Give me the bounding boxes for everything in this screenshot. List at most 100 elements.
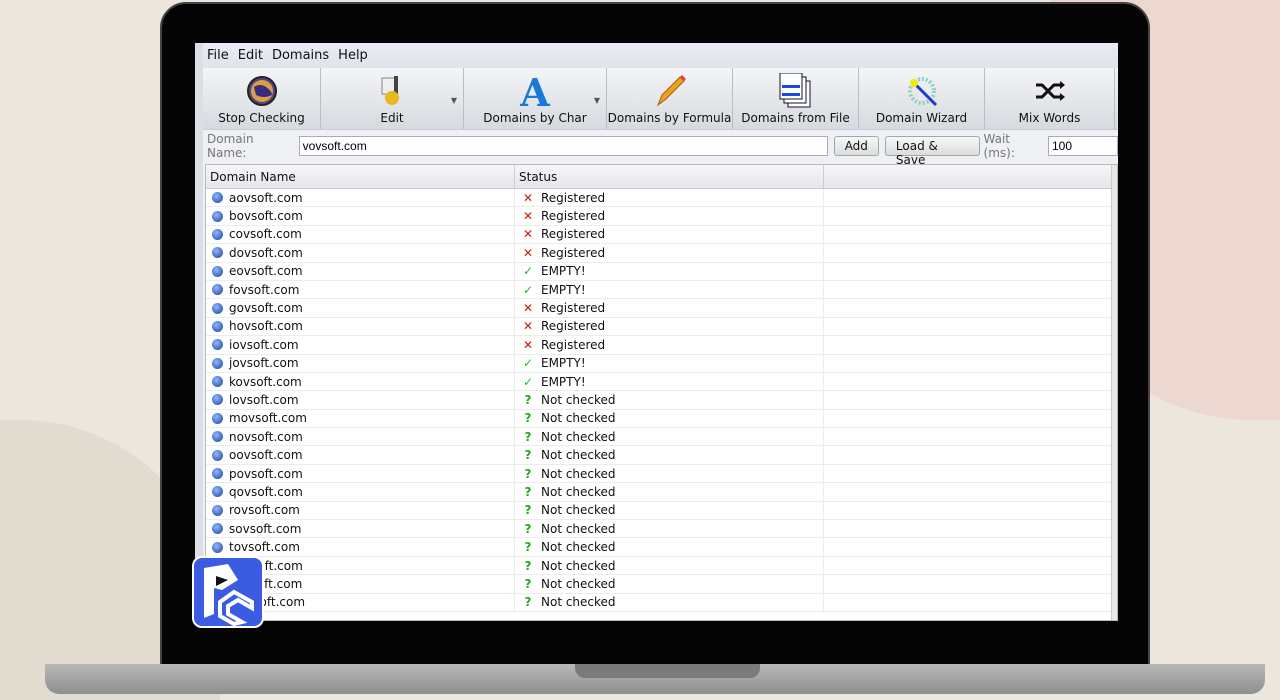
- table-row[interactable]: novsoft.com? Not checked: [206, 428, 1117, 447]
- table-row[interactable]: qovsoft.com? Not checked: [206, 483, 1117, 502]
- status-text: Registered: [541, 319, 606, 334]
- watermark-logo: [192, 556, 264, 628]
- table-row[interactable]: vovsoft.com? Not checked: [206, 575, 1117, 594]
- column-empty: [824, 165, 1117, 188]
- domain-name: movsoft.com: [229, 411, 307, 426]
- domains-by-char-button[interactable]: A Domains by Char ▼: [464, 68, 607, 129]
- empty-cell: [824, 336, 1117, 353]
- status-cell: ? Not checked: [515, 556, 824, 575]
- globe-icon: [212, 284, 223, 296]
- status-text: Not checked: [541, 484, 616, 499]
- table-row[interactable]: eovsoft.com ✓ EMPTY!: [206, 262, 1117, 281]
- empty-cell: [824, 538, 1117, 555]
- dropdown-arrow-icon[interactable]: ▼: [594, 96, 600, 105]
- globe-icon: [212, 265, 223, 277]
- domain-cell: novsoft.com: [206, 428, 515, 446]
- toolbar-label: Domains by Formula: [607, 111, 732, 125]
- globe-icon: [212, 357, 223, 369]
- table-row[interactable]: fovsoft.com ✓ EMPTY!: [206, 280, 1117, 300]
- menu-domains[interactable]: Domains: [272, 48, 329, 63]
- table-row[interactable]: uovsoft.com? Not checked: [206, 556, 1117, 576]
- status-cell: ? Not checked: [515, 409, 824, 428]
- domain-name-input[interactable]: [298, 136, 828, 156]
- domain-name: povsoft.com: [229, 466, 303, 481]
- domain-cell: dovsoft.com: [206, 244, 515, 262]
- domain-cell: covsoft.com: [206, 225, 515, 244]
- table-row[interactable]: movsoft.com ? Not checked: [206, 409, 1117, 429]
- table-row[interactable]: govsoft.com ✕ Registered: [206, 299, 1117, 318]
- table-row[interactable]: lovsoft.com? Not checked: [206, 391, 1117, 410]
- domain-cell: lovsoft.com: [206, 391, 515, 409]
- table-row[interactable]: wovsoft.com? Not checked: [206, 593, 1117, 612]
- question-icon: ?: [524, 558, 532, 573]
- empty-cell: [824, 391, 1117, 408]
- status-text: Not checked: [541, 429, 616, 444]
- table-row[interactable]: sovsoft.com? Not checked: [206, 520, 1117, 539]
- status-cell: ✓ EMPTY!: [515, 280, 824, 299]
- domain-cell: hovsoft.com: [206, 317, 515, 336]
- table-row[interactable]: bovsoft.com ✕ Registered: [206, 207, 1117, 226]
- cross-icon: ✕: [522, 245, 534, 260]
- column-status[interactable]: Status: [515, 165, 824, 188]
- table-row[interactable]: povsoft.com? Not checked: [206, 464, 1117, 484]
- globe-icon: [212, 339, 223, 351]
- domain-name: iovsoft.com: [229, 337, 299, 352]
- menu-edit[interactable]: Edit: [238, 48, 263, 63]
- status-text: Registered: [541, 245, 606, 260]
- table-row[interactable]: iovsoft.com ✕ Registered: [206, 336, 1117, 355]
- status-cell: ? Not checked: [515, 446, 824, 464]
- question-icon: ?: [524, 411, 532, 426]
- domain-cell: sovsoft.com: [206, 520, 515, 538]
- vertical-scrollbar[interactable]: [1111, 165, 1117, 620]
- domain-cell: qovsoft.com: [206, 483, 515, 501]
- menu-file[interactable]: File: [207, 48, 229, 63]
- domains-by-formula-button[interactable]: Domains by Formula: [607, 68, 733, 129]
- table-row[interactable]: tovsoft.com ? Not checked: [206, 538, 1117, 557]
- table-row[interactable]: jovsoft.com ✓ EMPTY!: [206, 354, 1117, 373]
- empty-cell: [824, 226, 1117, 243]
- edit-button[interactable]: Edit ▼: [321, 68, 464, 129]
- domain-cell: govsoft.com: [206, 299, 515, 317]
- empty-cell: [824, 502, 1117, 519]
- globe-icon: [212, 486, 223, 498]
- menu-bar: File Edit Domains Help: [203, 43, 1118, 68]
- wait-input[interactable]: [1048, 136, 1118, 156]
- add-button[interactable]: Add: [833, 136, 879, 156]
- globe-icon: [212, 541, 223, 553]
- documents-icon: [778, 73, 814, 109]
- table-row[interactable]: aovsoft.com ✕ Registered: [206, 189, 1117, 208]
- status-cell: ✕ Registered: [515, 244, 824, 262]
- table-row[interactable]: oovsoft.com? Not checked: [206, 446, 1117, 465]
- menu-help[interactable]: Help: [338, 48, 368, 63]
- table-row[interactable]: kovsoft.com ✓ EMPTY!: [206, 372, 1117, 392]
- domain-name: hovsoft.com: [229, 319, 303, 334]
- empty-cell: [824, 575, 1117, 592]
- dropdown-arrow-icon[interactable]: ▼: [451, 96, 457, 105]
- table-row[interactable]: rovsoft.com? Not checked: [206, 501, 1117, 521]
- table-row[interactable]: dovsoft.com ✕ Registered: [206, 244, 1117, 263]
- status-cell: ? Not checked: [515, 538, 824, 556]
- domains-from-file-button[interactable]: Domains from File: [733, 68, 859, 129]
- status-cell: ? Not checked: [515, 428, 824, 446]
- empty-cell: [824, 465, 1117, 482]
- column-domain-name[interactable]: Domain Name: [206, 165, 515, 188]
- domain-wizard-button[interactable]: Domain Wizard: [859, 68, 985, 129]
- domain-cell: fovsoft.com: [206, 280, 515, 299]
- status-cell: ? Not checked: [515, 520, 824, 538]
- empty-cell: [824, 520, 1117, 537]
- empty-cell: [824, 299, 1117, 316]
- question-icon: ?: [524, 540, 532, 555]
- table-row[interactable]: hovsoft.com ✕ Registered: [206, 317, 1117, 337]
- toolbar-label: Edit: [380, 111, 404, 125]
- mix-words-button[interactable]: Mix Words: [985, 68, 1115, 129]
- domain-name: tovsoft.com: [229, 540, 300, 555]
- domain-cell: rovsoft.com: [206, 501, 515, 520]
- stop-checking-button[interactable]: Stop Checking: [203, 68, 321, 129]
- load-save-button[interactable]: Load & Save: [884, 136, 980, 167]
- globe-icon: [212, 412, 223, 424]
- domain-cell: oovsoft.com: [206, 446, 515, 464]
- domain-name: fovsoft.com: [229, 282, 300, 297]
- question-icon: ?: [524, 393, 532, 407]
- table-row[interactable]: covsoft.com ✕ Registered: [206, 225, 1117, 245]
- domain-cell: aovsoft.com: [206, 189, 515, 207]
